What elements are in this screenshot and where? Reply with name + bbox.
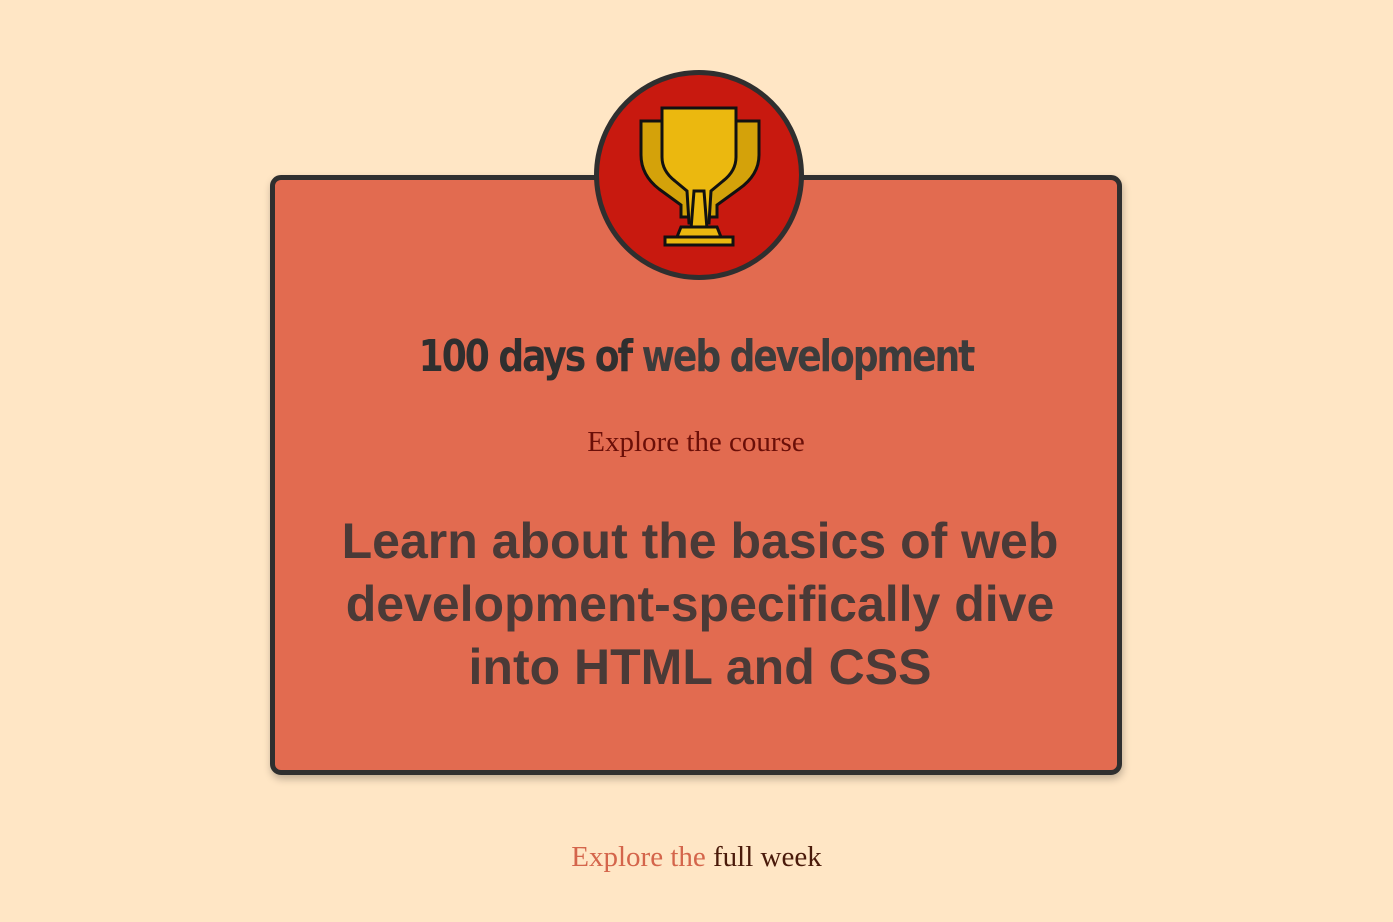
footer: Explore the full week xyxy=(0,838,1393,876)
course-subtitle: Explore the course xyxy=(587,426,805,458)
title-accent: web development xyxy=(641,331,976,382)
trophy-badge xyxy=(594,70,804,280)
course-description: Learn about the basics of web developmen… xyxy=(341,513,1059,695)
page: 100 days of web development Explore the … xyxy=(0,0,1393,922)
title-main: 100 days of xyxy=(418,331,633,382)
course-title: 100 days of web development xyxy=(347,322,1046,392)
footer-prefix: Explore the xyxy=(571,841,706,873)
trophy-icon xyxy=(639,106,761,247)
full-week-link[interactable]: full week xyxy=(713,841,822,873)
